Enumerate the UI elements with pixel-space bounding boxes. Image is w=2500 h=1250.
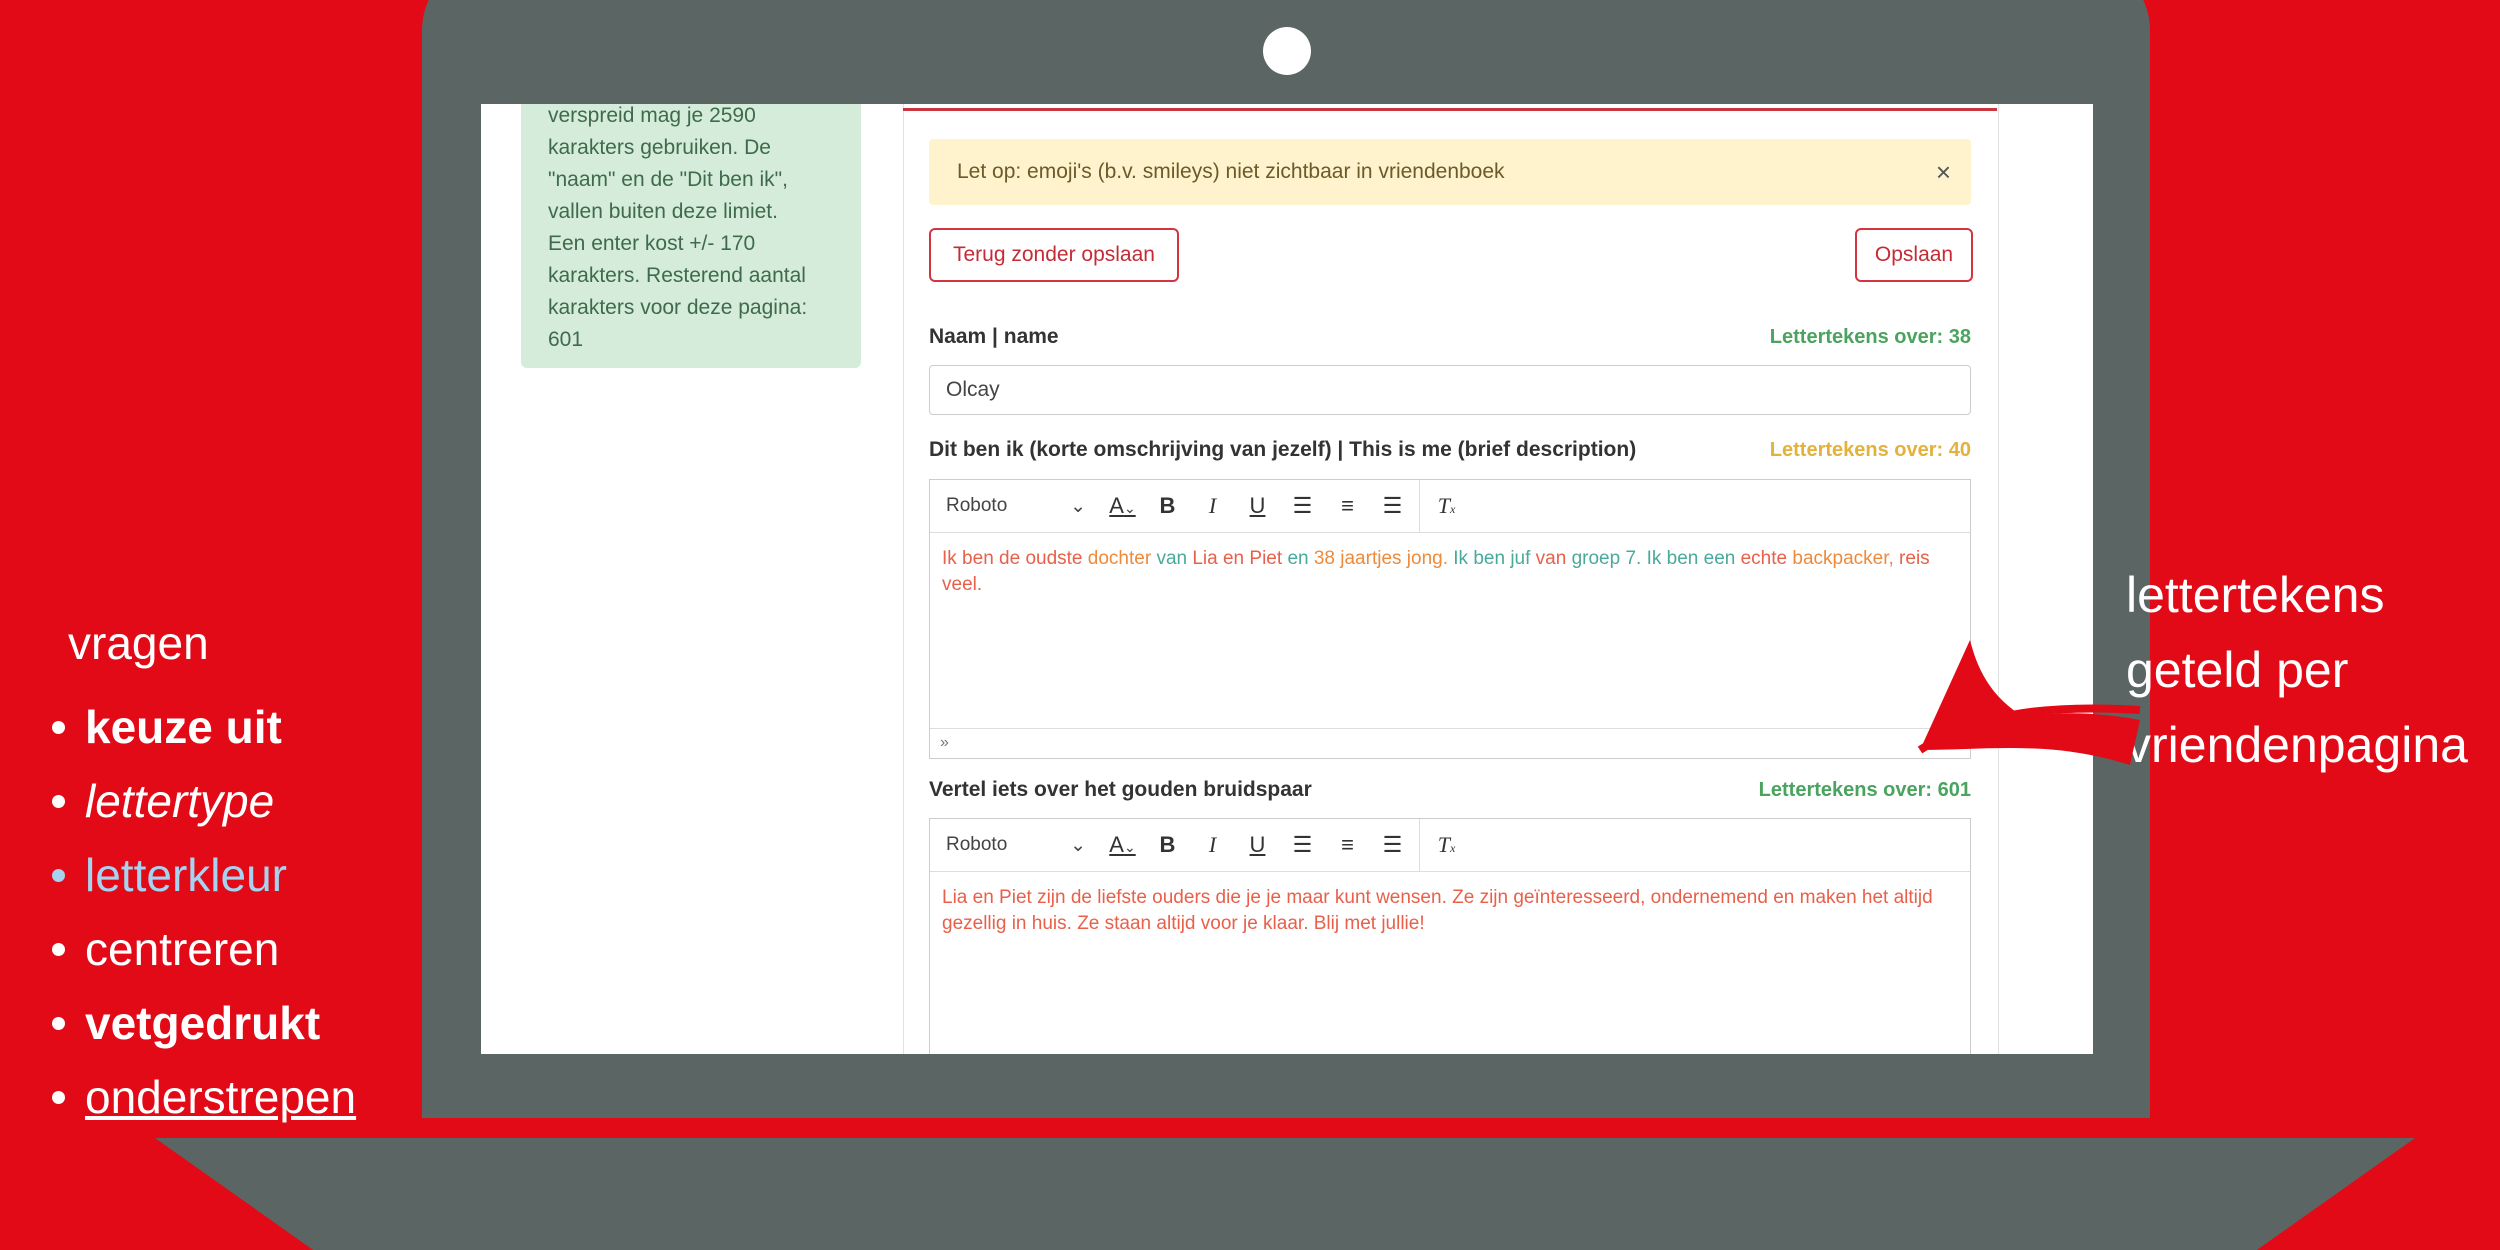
about-editor[interactable]: Roboto ⌄ A⌄ B I U ☰ ≡ ☰ Tx Ik ben de oud… [929,479,1971,759]
info-line: Een enter kost +/- 170 [548,232,756,255]
story-label: Vertel iets over het gouden bruidspaar [929,778,1312,801]
bullet [52,720,65,734]
save-button[interactable]: Opslaan [1855,228,1973,282]
font-select[interactable]: Roboto ⌄ [930,834,1100,857]
name-label: Naam | name [929,325,1059,348]
text-segment: groep 7. Ik ben een [1571,548,1741,569]
text-segment: van [1535,548,1572,569]
bullet [52,1090,65,1104]
editor-toolbar: Roboto ⌄ A⌄ B I U ☰ ≡ ☰ Tx [930,480,1970,533]
name-char-counter: Lettertekens over: 38 [1769,326,1971,348]
editor-toolbar: Roboto ⌄ A⌄ B I U ☰ ≡ ☰ Tx [930,819,1970,872]
info-box: verspreid mag je 2590 karakters gebruike… [521,104,861,368]
panel-top-border [903,108,1997,111]
toolbar-divider [1419,480,1420,532]
feature-item: lettertype [52,764,472,838]
feature-item: letterkleur [52,838,472,912]
font-select-value: Roboto [946,494,1008,516]
laptop-screen: verspreid mag je 2590 karakters gebruike… [481,104,2093,1054]
clear-format-icon[interactable]: Tx [1424,832,1469,858]
feature-item: centreren [52,912,472,986]
align-left-icon[interactable]: ☰ [1280,832,1325,858]
feature-item: onderstrepen [52,1060,472,1134]
bold-icon[interactable]: B [1145,832,1190,858]
text-segment: 38 jaartjes jong. [1313,548,1454,569]
bullet [52,868,65,882]
text-segment: backpacker, [1792,548,1900,569]
feature-item: vetgedrukt [52,986,472,1060]
underline-icon[interactable]: U [1235,832,1280,858]
story-editor[interactable]: Roboto ⌄ A⌄ B I U ☰ ≡ ☰ Tx Lia en Piet z… [929,818,1971,1054]
align-right-icon[interactable]: ☰ [1370,832,1415,858]
bullet [52,794,65,808]
character-count-annotation: lettertekens geteld per vriendenpagina [2126,558,2468,783]
text-color-icon[interactable]: A⌄ [1100,832,1145,858]
align-right-icon[interactable]: ☰ [1370,493,1415,519]
feature-list-title: vragen [68,617,209,669]
laptop-hinge [420,1118,2150,1138]
align-center-icon[interactable]: ≡ [1325,493,1370,519]
chevron-down-icon: ⌄ [1070,834,1086,856]
italic-icon[interactable]: I [1190,832,1235,858]
info-line: karakters. Resterend aantal [548,264,806,287]
alert-text: Let op: emoji's (b.v. smileys) niet zich… [957,160,1505,183]
back-without-save-button[interactable]: Terug zonder opslaan [929,228,1179,282]
bullet [52,942,65,956]
info-line: "naam" en de "Dit ben ik", [548,168,788,191]
arrow-icon [1917,640,2141,765]
about-label: Dit ben ik (korte omschrijving van jezel… [929,438,1637,461]
align-center-icon[interactable]: ≡ [1325,832,1370,858]
bullet [52,1016,65,1030]
underline-icon[interactable]: U [1235,493,1280,519]
text-segment: Lia en Piet [1192,548,1288,569]
feature-item: keuze uit [52,690,472,764]
text-segment: echte [1740,548,1793,569]
annotation-line: vriendenpagina [2126,717,2468,773]
annotation-line: geteld per [2126,642,2349,698]
info-line: karakters gebruiken. De [548,136,771,159]
emoji-warning-alert: Let op: emoji's (b.v. smileys) niet zich… [929,139,1971,205]
info-line: verspreid mag je 2590 [548,104,756,127]
font-select-value: Roboto [946,833,1008,855]
laptop-base [155,1138,2415,1250]
text-segment: van [1156,548,1193,569]
text-segment: en [1287,548,1314,569]
name-input[interactable]: Olcay [929,365,1971,415]
info-line: vallen buiten deze limiet. [548,200,778,223]
annotation-line: lettertekens [2126,567,2385,623]
editor-statusbar: » [930,728,1970,758]
about-char-counter: Lettertekens over: 40 [1769,439,1971,461]
italic-icon[interactable]: I [1190,493,1235,519]
font-select[interactable]: Roboto ⌄ [930,495,1100,518]
bold-icon[interactable]: B [1145,493,1190,519]
story-content: Lia en Piet zijn de liefste ouders die j… [942,887,1933,934]
close-icon[interactable]: × [1936,157,1951,188]
text-segment: dochter [1087,548,1157,569]
about-content: Ik ben de oudste dochter van Lia en Piet… [942,546,1958,598]
info-line: karakters voor deze pagina: [548,296,808,319]
text-segment: Ik ben juf [1453,548,1536,569]
clear-format-icon[interactable]: Tx [1424,493,1469,519]
align-left-icon[interactable]: ☰ [1280,493,1325,519]
text-segment: Ik ben de oudste [942,548,1088,569]
text-color-icon[interactable]: A⌄ [1100,493,1145,519]
toolbar-divider [1419,819,1420,871]
info-line: 601 [548,328,584,351]
webcam-icon [1263,27,1311,75]
chevron-down-icon: ⌄ [1070,495,1086,517]
